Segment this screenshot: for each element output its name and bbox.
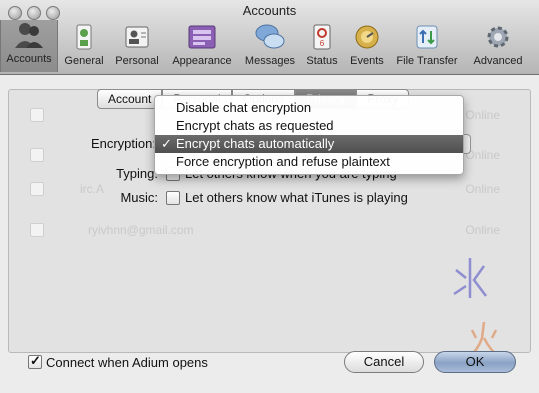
account-row: ryivhnn@gmail.com Online bbox=[30, 221, 510, 241]
account-status: Online bbox=[465, 223, 500, 237]
account-enabled-checkbox bbox=[30, 108, 44, 122]
account-name: ryivhnn@gmail.com bbox=[88, 223, 194, 237]
encryption-label: Encryption: bbox=[90, 136, 156, 151]
toolbar-messages[interactable]: Messages bbox=[242, 22, 298, 72]
connect-on-open-checkbox[interactable] bbox=[28, 353, 42, 369]
cancel-button[interactable]: Cancel bbox=[344, 351, 424, 373]
toolbar-appearance[interactable]: Appearance bbox=[167, 22, 237, 72]
file-transfer-icon bbox=[411, 22, 443, 52]
menu-item-label: Encrypt chats automatically bbox=[176, 136, 335, 151]
account-status: Online bbox=[465, 182, 500, 196]
ok-button[interactable]: OK bbox=[434, 351, 516, 373]
tab-account[interactable]: Account bbox=[97, 89, 163, 109]
connect-on-open-label: Connect when Adium opens bbox=[46, 355, 208, 370]
title-bar: Accounts Accounts General Personal Appea… bbox=[0, 0, 539, 75]
account-status: Online bbox=[465, 108, 500, 122]
menu-item-label: Encrypt chats as requested bbox=[176, 118, 334, 133]
account-enabled-checkbox bbox=[30, 223, 44, 237]
toolbar-file-transfer[interactable]: File Transfer bbox=[392, 22, 462, 72]
music-text: Let others know what iTunes is playing bbox=[185, 190, 408, 205]
svg-text:6: 6 bbox=[320, 39, 325, 48]
personal-icon bbox=[121, 22, 153, 52]
toolbar-label: General bbox=[64, 55, 104, 67]
toolbar-label: Accounts bbox=[6, 53, 52, 65]
advanced-icon bbox=[482, 22, 514, 52]
checkmark-icon: ✓ bbox=[161, 136, 172, 151]
toolbar-label: File Transfer bbox=[396, 55, 458, 67]
toolbar-advanced[interactable]: Advanced bbox=[468, 22, 528, 72]
toolbar-personal[interactable]: Personal bbox=[112, 22, 162, 72]
appearance-icon bbox=[186, 22, 218, 52]
toolbar-events[interactable]: Events bbox=[346, 22, 388, 72]
status-icon: 6 bbox=[306, 22, 338, 52]
toolbar-status[interactable]: 6 Status bbox=[302, 22, 342, 72]
toolbar-accounts[interactable]: Accounts bbox=[0, 20, 58, 72]
toolbar-label: Advanced bbox=[473, 55, 523, 67]
messages-icon bbox=[254, 22, 286, 52]
encryption-menu: Disable chat encryption Encrypt chats as… bbox=[154, 95, 464, 175]
music-checkbox[interactable] bbox=[166, 191, 180, 205]
toolbar-general[interactable]: General bbox=[61, 22, 107, 72]
account-enabled-checkbox bbox=[30, 182, 44, 196]
toolbar-label: Status bbox=[306, 55, 338, 67]
account-enabled-checkbox bbox=[30, 148, 44, 162]
toolbar-label: Appearance bbox=[172, 55, 232, 67]
toolbar-label: Events bbox=[350, 55, 384, 67]
menu-item-label: Disable chat encryption bbox=[176, 100, 312, 115]
accounts-window: Accounts Accounts General Personal Appea… bbox=[0, 0, 539, 393]
typing-label: Typing: bbox=[116, 166, 158, 181]
events-icon bbox=[351, 22, 383, 52]
accounts-icon bbox=[13, 20, 45, 50]
menu-item-label: Force encryption and refuse plaintext bbox=[176, 154, 390, 169]
toolbar-label: Messages bbox=[244, 55, 296, 67]
window-title: Accounts bbox=[242, 3, 297, 18]
toolbar-label: Personal bbox=[115, 55, 159, 67]
menu-item-encrypt-automatically[interactable]: ✓ Encrypt chats automatically bbox=[155, 135, 463, 153]
general-icon bbox=[68, 22, 100, 52]
menu-item-disable-encryption[interactable]: Disable chat encryption bbox=[155, 99, 463, 117]
menu-item-force-encryption[interactable]: Force encryption and refuse plaintext bbox=[155, 153, 463, 171]
menu-item-encrypt-as-requested[interactable]: Encrypt chats as requested bbox=[155, 117, 463, 135]
music-label: Music: bbox=[120, 190, 158, 205]
